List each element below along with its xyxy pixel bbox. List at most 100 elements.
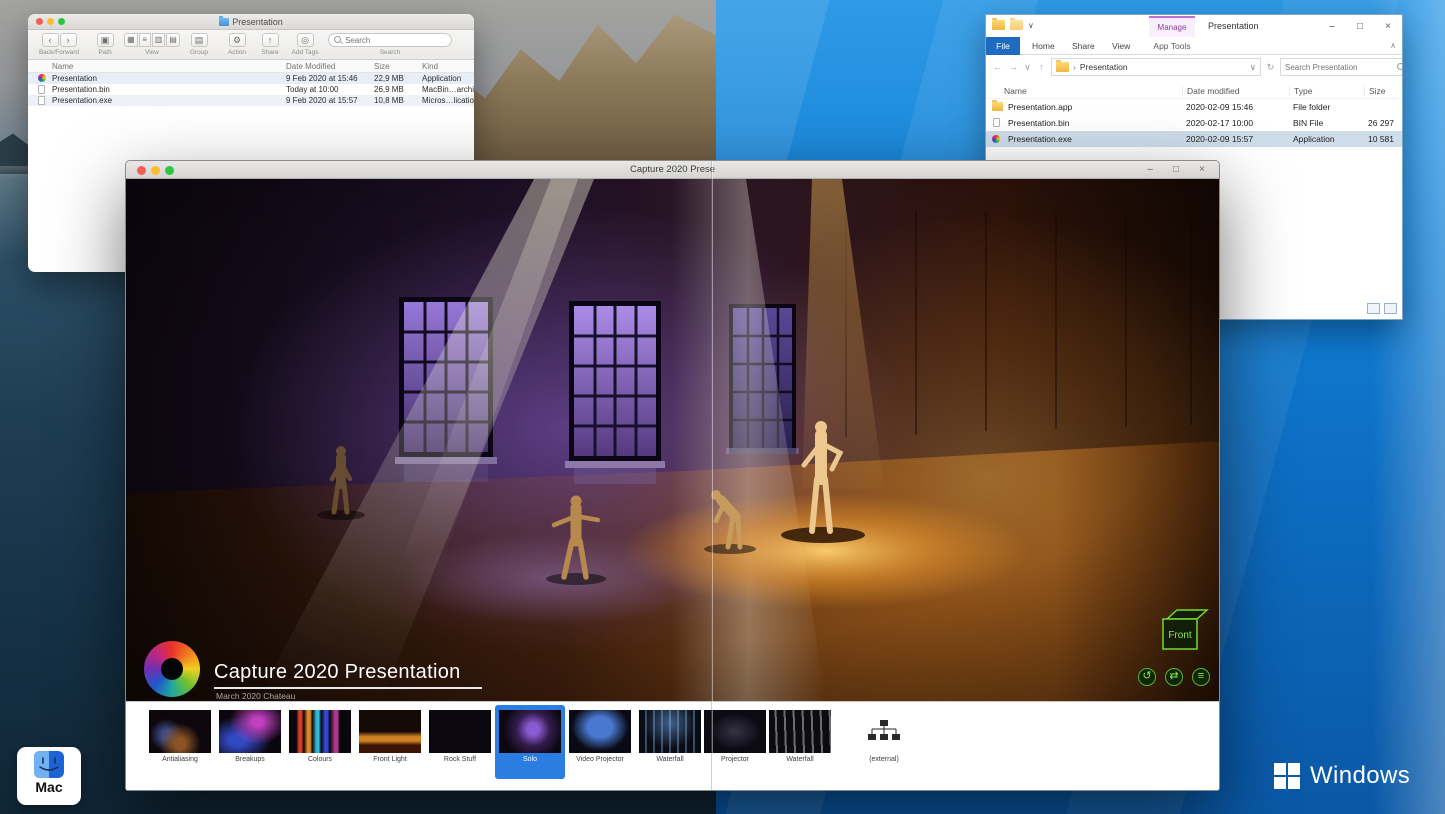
gear-icon[interactable]: ⚙ — [228, 33, 246, 47]
share-button[interactable]: ↑ Share — [254, 33, 286, 56]
file-row-presentation-app[interactable]: Presentation.app 2020-02-09 15:46 File f… — [986, 99, 1402, 115]
thumbnail-video-projector[interactable]: Video Projector — [565, 705, 635, 779]
breadcrumb[interactable]: Presentation — [1080, 62, 1128, 72]
close-button[interactable]: × — [1189, 161, 1215, 179]
window-controls: – □ × — [1137, 161, 1215, 179]
tab-view[interactable]: View — [1112, 41, 1130, 51]
thumbnail-view-icon[interactable] — [1384, 303, 1397, 314]
scene-thumbnail-image — [704, 710, 766, 753]
breadcrumb-chevron-icon: › — [1073, 62, 1076, 72]
back-forward-label: Back/Forward — [38, 49, 80, 56]
up-icon[interactable]: ↑ — [1035, 62, 1048, 72]
path-button[interactable]: ▣ Path — [88, 33, 122, 56]
thumbnail-waterfall-2[interactable]: Waterfall — [765, 705, 835, 779]
orbit-icon[interactable]: ↺ — [1138, 668, 1156, 686]
traffic-light-zoom[interactable] — [165, 165, 174, 175]
statusbar-view-toggles — [1367, 303, 1397, 314]
back-icon[interactable]: ← — [991, 62, 1004, 72]
back-forward-buttons[interactable]: ‹ › Back/Forward — [30, 33, 88, 56]
column-kind[interactable]: Kind — [422, 62, 438, 71]
add-tags-button[interactable]: ◎ Add Tags — [284, 33, 326, 56]
file-row-presentation-bin[interactable]: Presentation.bin Today at 10:00 26,9 MB … — [28, 84, 474, 95]
view-gallery-icon[interactable]: ▤ — [166, 33, 180, 47]
file-date: 9 Feb 2020 at 15:57 — [286, 96, 358, 105]
group-button[interactable]: ▤ Group — [180, 33, 218, 56]
pan-icon[interactable]: ⇄ — [1165, 668, 1183, 686]
file-size: 10 581 — [1368, 134, 1394, 144]
forward-icon[interactable]: › — [59, 33, 77, 47]
thumbnail-antialiasing[interactable]: Antialiasing — [145, 705, 215, 779]
minimize-button[interactable]: – — [1137, 161, 1163, 179]
address-input[interactable]: › Presentation ∨ — [1051, 58, 1261, 76]
maximize-button[interactable]: □ — [1163, 161, 1189, 179]
recent-locations-icon[interactable]: ∨ — [1023, 62, 1032, 73]
close-button[interactable]: × — [1374, 15, 1402, 37]
view-icons-icon[interactable]: ▦ — [124, 33, 138, 47]
back-icon[interactable]: ‹ — [41, 33, 59, 47]
minimize-button[interactable]: – — [1318, 15, 1346, 37]
stage-3d-viewport[interactable]: Capture 2020 Presentation March 2020 Cha… — [126, 179, 1219, 701]
file-row-presentation-exe-selected[interactable]: Presentation.exe 2020-02-09 15:57 Applic… — [986, 131, 1402, 147]
traffic-light-zoom[interactable] — [58, 18, 65, 25]
column-type[interactable]: Type — [1289, 86, 1312, 96]
thumbnail-front-light[interactable]: Front Light — [355, 705, 425, 779]
traffic-light-minimize[interactable] — [47, 18, 54, 25]
finder-search-input[interactable] — [345, 35, 446, 45]
tab-file[interactable]: File — [986, 37, 1020, 55]
traffic-light-close[interactable] — [137, 165, 146, 175]
add-tags-icon[interactable]: ◎ — [296, 33, 314, 47]
thumbnail-colours[interactable]: Colours — [285, 705, 355, 779]
refresh-icon[interactable]: ↻ — [1264, 62, 1277, 73]
menu-icon[interactable]: ≡ — [1192, 668, 1210, 686]
quick-access-toolbar[interactable]: ∨ — [992, 18, 1034, 30]
traffic-light-close[interactable] — [36, 18, 43, 25]
thumbnail-label: Front Light — [373, 756, 407, 763]
thumbnail-breakups[interactable]: Breakups — [215, 705, 285, 779]
file-row-presentation-bin[interactable]: Presentation.bin 2020-02-17 10:00 BIN Fi… — [986, 115, 1402, 131]
thumbnail-external[interactable]: (external) — [849, 705, 919, 779]
view-cube[interactable]: Front — [1159, 607, 1209, 653]
share-icon[interactable]: ↑ — [261, 33, 279, 47]
qat-dropdown-icon[interactable]: ∨ — [1028, 21, 1034, 30]
address-dropdown-icon[interactable]: ∨ — [1250, 62, 1256, 73]
file-size: 22,9 MB — [374, 74, 404, 83]
file-size: 26,9 MB — [374, 85, 404, 94]
thumbnail-label: Rock Stuff — [443, 756, 477, 763]
scene-thumbnail-image — [639, 710, 701, 753]
file-kind: Application — [422, 74, 462, 83]
tab-share[interactable]: Share — [1072, 41, 1095, 51]
explorer-search-field[interactable] — [1280, 58, 1402, 76]
column-size[interactable]: Size — [374, 62, 390, 71]
ribbon-collapse-icon[interactable]: ∧ — [1390, 41, 1396, 50]
thumbnail-rock-stuff[interactable]: Rock Stuff — [425, 705, 495, 779]
tab-app-tools[interactable]: App Tools — [1149, 41, 1195, 51]
thumbnail-waterfall[interactable]: Waterfall — [635, 705, 705, 779]
folder-icon — [992, 18, 1005, 30]
column-name[interactable]: Name — [52, 62, 73, 71]
view-list-icon[interactable]: ≡ — [138, 33, 151, 47]
group-icon[interactable]: ▤ — [190, 33, 208, 47]
manage-contextual-tab[interactable]: Manage — [1149, 16, 1195, 37]
column-name[interactable]: Name — [1000, 86, 1027, 96]
maximize-button[interactable]: □ — [1346, 15, 1374, 37]
file-row-presentation-exe[interactable]: Presentation.exe 9 Feb 2020 at 15:57 10,… — [28, 95, 474, 106]
column-date-modified[interactable]: Date Modified — [286, 62, 335, 71]
action-button[interactable]: ⚙ Action — [218, 33, 256, 56]
mac-label: Mac — [35, 779, 63, 795]
view-columns-icon[interactable]: ▥ — [151, 33, 166, 47]
view-switcher[interactable]: ▦ ≡ ▥ ▤ View — [124, 33, 180, 56]
forward-icon[interactable]: → — [1007, 62, 1020, 72]
thumbnail-solo-selected[interactable]: Solo — [495, 705, 565, 779]
tab-home[interactable]: Home — [1032, 41, 1055, 51]
finder-search-field[interactable] — [328, 33, 452, 47]
org-chart-icon — [853, 710, 915, 753]
traffic-light-minimize[interactable] — [151, 165, 160, 175]
file-size: 10,8 MB — [374, 96, 404, 105]
path-icon[interactable]: ▣ — [96, 33, 114, 47]
finder-title-text: Presentation — [232, 16, 283, 27]
details-view-icon[interactable] — [1367, 303, 1380, 314]
explorer-search-input[interactable] — [1285, 62, 1395, 72]
column-size[interactable]: Size — [1364, 86, 1386, 96]
column-date-modified[interactable]: Date modified — [1182, 86, 1239, 96]
file-row-presentation-app[interactable]: Presentation 9 Feb 2020 at 15:46 22,9 MB… — [28, 73, 474, 84]
